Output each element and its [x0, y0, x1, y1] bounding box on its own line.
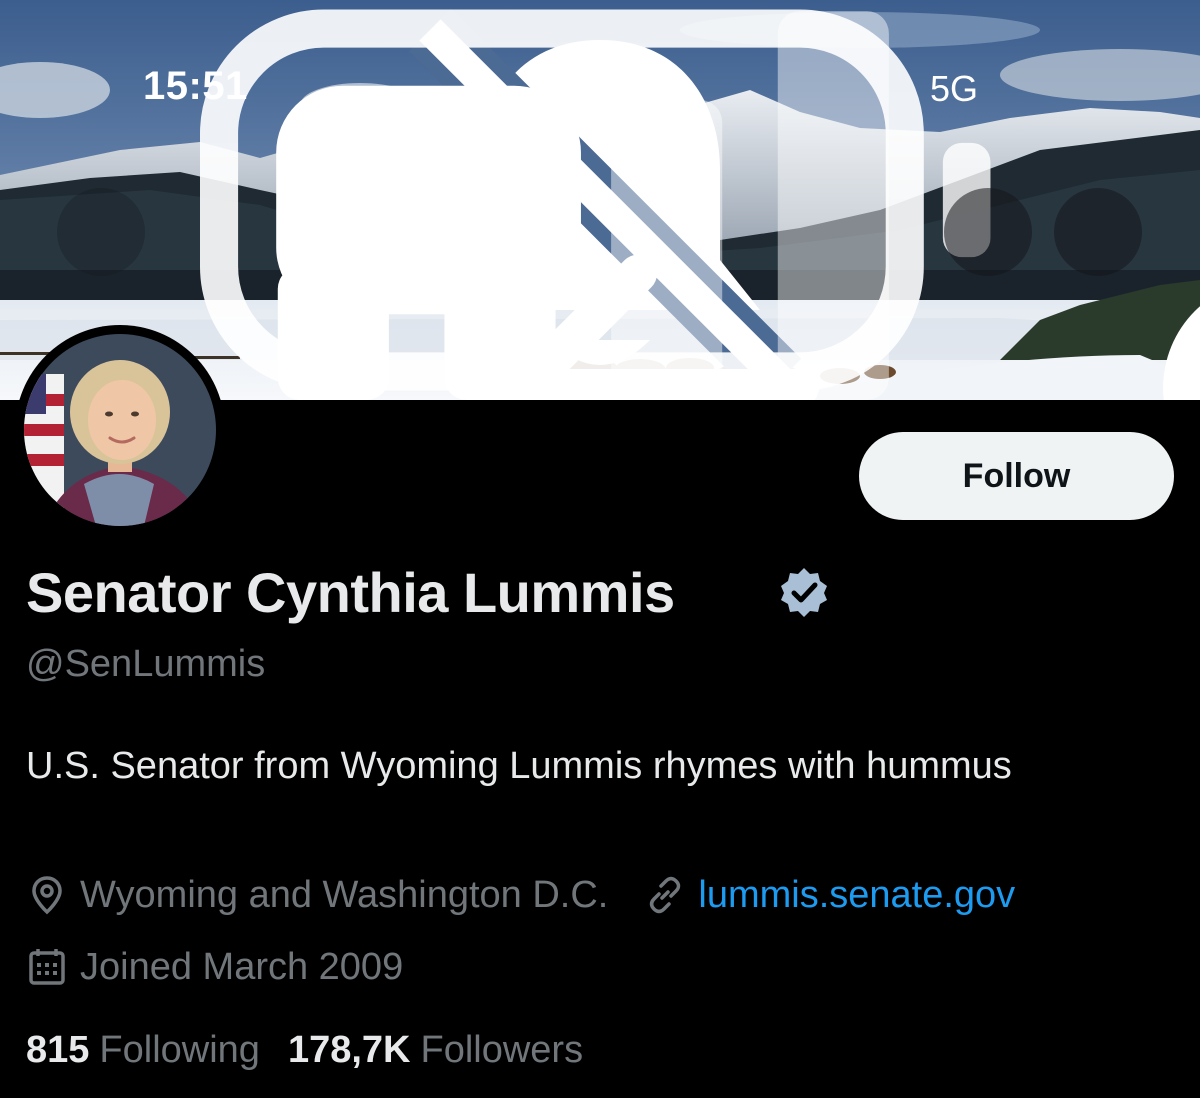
avatar-image [24, 334, 216, 526]
profile-meta-row: Wyoming and Washington D.C. lummis.senat… [26, 870, 1015, 920]
location-text: Wyoming and Washington D.C. [80, 873, 609, 916]
profile-bio: U.S. Senator from Wyoming Lummis rhymes … [26, 745, 1012, 787]
followers-link[interactable]: 178,7K Followers [288, 1029, 583, 1072]
following-label: Following [99, 1028, 260, 1071]
link-icon [650, 876, 681, 914]
follow-button[interactable]: Follow [859, 432, 1174, 520]
following-link[interactable]: 815 Following [26, 1029, 260, 1072]
display-name: Senator Cynthia Lummis [26, 561, 675, 624]
user-handle: @SenLummis [26, 643, 266, 685]
website-link[interactable]: lummis.senate.gov [698, 874, 1015, 917]
more-horizontal-icon [1163, 306, 1200, 400]
joined-date: Joined March 2009 [80, 945, 404, 988]
back-button[interactable] [57, 188, 819, 400]
following-count: 815 [26, 1028, 90, 1071]
profile-joined-row: Joined March 2009 [26, 942, 403, 992]
more-options-button[interactable] [1054, 188, 1200, 400]
location-pin-icon [32, 876, 62, 915]
verified-badge-icon[interactable] [778, 566, 830, 618]
follow-stats: 815 Following 178,7K Followers [26, 1025, 583, 1075]
profile-banner[interactable]: 15:51 5G [0, 0, 1200, 400]
avatar[interactable] [15, 325, 225, 535]
search-button[interactable] [944, 188, 1032, 276]
followers-count: 178,7K [287, 1028, 411, 1071]
followers-label: Followers [420, 1028, 584, 1071]
calendar-icon [29, 949, 65, 985]
